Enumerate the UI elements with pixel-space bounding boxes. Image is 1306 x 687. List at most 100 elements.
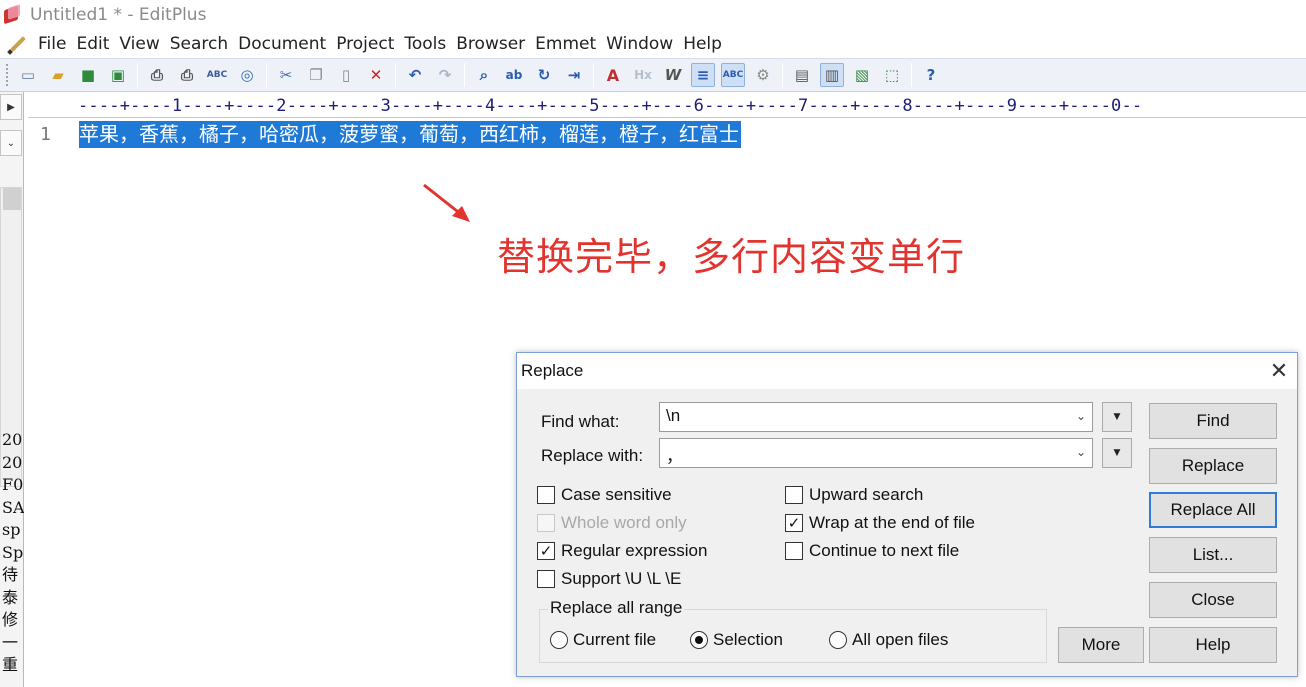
radio-dot[interactable] bbox=[550, 631, 568, 649]
list-item[interactable]: 20 bbox=[2, 452, 24, 475]
checkbox-box[interactable] bbox=[785, 486, 803, 504]
list-item[interactable]: 修 bbox=[2, 609, 24, 632]
case-sensitive-checkbox[interactable]: Case sensitive bbox=[537, 485, 672, 505]
menu-emmet[interactable]: Emmet bbox=[531, 34, 600, 54]
regex-checkbox[interactable]: ✓ Regular expression bbox=[537, 541, 707, 561]
checkbox-box[interactable] bbox=[785, 542, 803, 560]
list-item[interactable]: sp bbox=[2, 519, 24, 542]
radio-selection[interactable]: Selection bbox=[690, 630, 783, 650]
replace-button[interactable]: Replace bbox=[1149, 448, 1277, 484]
undo-icon[interactable]: ↶ bbox=[403, 63, 427, 87]
menu-help[interactable]: Help bbox=[679, 34, 726, 54]
expand-right-icon[interactable]: ▶ bbox=[0, 94, 22, 120]
list-item[interactable]: Sp bbox=[2, 542, 24, 565]
checkbox-box[interactable] bbox=[537, 570, 555, 588]
line-number: 1 bbox=[40, 124, 51, 145]
menu-edit[interactable]: Edit bbox=[72, 34, 113, 54]
list-item[interactable]: SA bbox=[2, 497, 24, 520]
toolbar-separator bbox=[266, 63, 267, 87]
list-item[interactable]: 一 bbox=[2, 632, 24, 655]
list-button[interactable]: List... bbox=[1149, 537, 1277, 573]
list-item[interactable]: 待 bbox=[2, 564, 24, 587]
whole-word-checkbox: Whole word only bbox=[537, 513, 687, 533]
menu-file[interactable]: File bbox=[34, 34, 70, 54]
find-button[interactable]: Find bbox=[1149, 403, 1277, 439]
cut-icon[interactable]: ✂ bbox=[274, 63, 298, 87]
paste-icon[interactable]: ▯ bbox=[334, 63, 358, 87]
checkbox-box[interactable] bbox=[537, 486, 555, 504]
menu-window[interactable]: Window bbox=[602, 34, 677, 54]
menu-search[interactable]: Search bbox=[166, 34, 232, 54]
checkbox-box bbox=[537, 514, 555, 532]
replace-all-button[interactable]: Replace All bbox=[1149, 492, 1277, 528]
toolbar-separator bbox=[782, 63, 783, 87]
list-item[interactable]: 泰 bbox=[2, 587, 24, 610]
chevron-down-icon[interactable]: ⌄ bbox=[1076, 445, 1086, 459]
check-icon[interactable]: ✓ bbox=[537, 542, 555, 560]
find-icon[interactable]: ⌕ bbox=[472, 63, 496, 87]
toolbar-grip[interactable] bbox=[6, 64, 9, 86]
list-item[interactable]: F0 bbox=[2, 474, 24, 497]
close-icon[interactable]: ✕ bbox=[1261, 353, 1297, 389]
scrollbar-thumb[interactable] bbox=[3, 188, 21, 210]
go-to-icon[interactable]: ↻ bbox=[532, 63, 556, 87]
chevron-down-icon[interactable]: ⌄ bbox=[1076, 409, 1086, 423]
browser-preview-icon[interactable]: ◎ bbox=[235, 63, 259, 87]
open-folder-icon[interactable]: ▰ bbox=[46, 63, 70, 87]
delete-icon[interactable]: ✕ bbox=[364, 63, 388, 87]
replace-icon[interactable]: ab bbox=[502, 63, 526, 87]
editor-line-selected[interactable]: 苹果，香蕉，橘子，哈密瓜，菠萝蜜，葡萄，西红柿，榴莲，橙子，红富士 bbox=[79, 121, 741, 148]
line-number-icon[interactable]: ≡ bbox=[691, 63, 715, 87]
spell-check-icon[interactable]: ABC bbox=[205, 63, 229, 87]
fullscreen-icon[interactable]: ⬚ bbox=[880, 63, 904, 87]
radio-current-file[interactable]: Current file bbox=[550, 630, 656, 650]
copy-icon[interactable]: ❐ bbox=[304, 63, 328, 87]
close-button[interactable]: Close bbox=[1149, 582, 1277, 618]
save-all-icon[interactable]: ▣ bbox=[106, 63, 130, 87]
wrap-checkbox[interactable]: ✓ Wrap at the end of file bbox=[785, 513, 975, 533]
radio-all-open-files[interactable]: All open files bbox=[829, 630, 948, 650]
checkbox-label: Upward search bbox=[809, 485, 924, 504]
save-icon[interactable]: ■ bbox=[76, 63, 100, 87]
redo-icon[interactable]: ↷ bbox=[433, 63, 457, 87]
word-wrap-icon[interactable]: W bbox=[661, 63, 685, 87]
menu-browser[interactable]: Browser bbox=[452, 34, 529, 54]
menu-document[interactable]: Document bbox=[234, 34, 330, 54]
radio-dot[interactable] bbox=[829, 631, 847, 649]
font-icon[interactable]: A bbox=[601, 63, 625, 87]
print-preview-icon[interactable]: ⎙ bbox=[145, 63, 169, 87]
print-icon[interactable]: ⎙ bbox=[175, 63, 199, 87]
replace-regex-menu-button[interactable]: ▼ bbox=[1102, 438, 1132, 468]
check-icon[interactable]: ✓ bbox=[785, 514, 803, 532]
title-bar: Untitled1 * - EditPlus bbox=[0, 0, 1306, 30]
checkbox-label: Continue to next file bbox=[809, 541, 960, 560]
settings-icon[interactable]: ⚙ bbox=[751, 63, 775, 87]
checkbox-label: Wrap at the end of file bbox=[809, 513, 976, 532]
upward-search-checkbox[interactable]: Upward search bbox=[785, 485, 923, 505]
html-toolbar-icon[interactable]: Hx bbox=[631, 63, 655, 87]
new-file-icon[interactable]: ▭ bbox=[16, 63, 40, 87]
menu-view[interactable]: View bbox=[115, 34, 163, 54]
directory-window-icon[interactable]: ▥ bbox=[820, 63, 844, 87]
replace-input[interactable]: ， ⌄ bbox=[659, 438, 1093, 468]
list-item[interactable]: 20 bbox=[2, 429, 24, 452]
cliptext-icon[interactable]: ▧ bbox=[850, 63, 874, 87]
continue-next-checkbox[interactable]: Continue to next file bbox=[785, 541, 959, 561]
help-icon[interactable]: ? bbox=[919, 63, 943, 87]
output-window-icon[interactable]: ▤ bbox=[790, 63, 814, 87]
help-button[interactable]: Help bbox=[1149, 627, 1277, 663]
group-label: Replace all range bbox=[548, 598, 685, 618]
list-item[interactable]: 重 bbox=[2, 654, 24, 677]
replace-range-group: Replace all range Current file Selection… bbox=[539, 598, 1047, 663]
more-button[interactable]: More bbox=[1058, 627, 1144, 663]
menu-tools[interactable]: Tools bbox=[400, 34, 450, 54]
column-icon[interactable]: ABC bbox=[721, 63, 745, 87]
find-regex-menu-button[interactable]: ▼ bbox=[1102, 402, 1132, 432]
checkbox-label: Regular expression bbox=[561, 541, 708, 560]
radio-dot-selected[interactable] bbox=[690, 631, 708, 649]
chevron-down-icon[interactable]: ⌄ bbox=[0, 130, 22, 156]
find-input[interactable]: \n ⌄ bbox=[659, 402, 1093, 432]
support-ule-checkbox[interactable]: Support \U \L \E bbox=[537, 569, 681, 589]
menu-project[interactable]: Project bbox=[332, 34, 398, 54]
indent-icon[interactable]: ⇥ bbox=[562, 63, 586, 87]
